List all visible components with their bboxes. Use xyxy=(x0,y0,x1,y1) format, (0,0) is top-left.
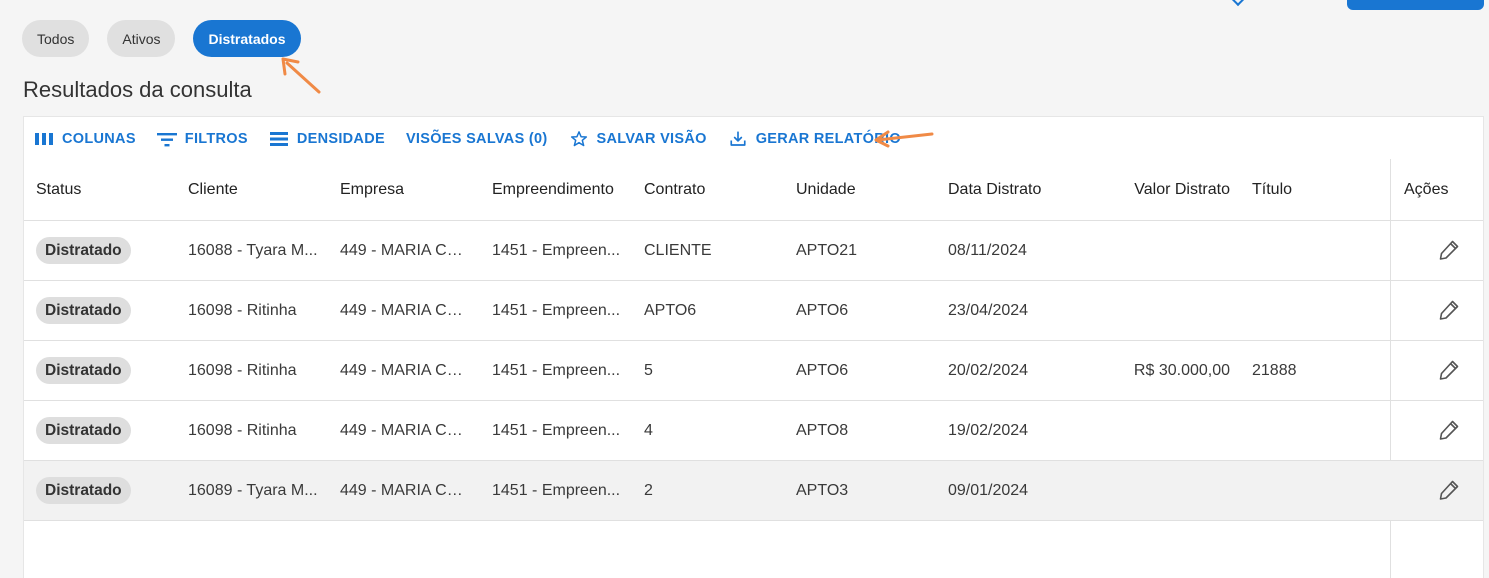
header-valor-distrato[interactable]: Valor Distrato xyxy=(1100,159,1230,221)
chip-todos[interactable]: Todos xyxy=(22,20,90,57)
header-cliente[interactable]: Cliente xyxy=(188,159,328,221)
cell-titulo: 21888 xyxy=(1252,362,1297,379)
columns-icon xyxy=(34,129,54,149)
cell-valor-distrato xyxy=(1100,281,1230,340)
cell-cliente: 16098 - Ritinha xyxy=(188,422,297,439)
header-unidade[interactable]: Unidade xyxy=(796,159,936,221)
cell-empresa: 449 - MARIA CO... xyxy=(340,422,470,439)
pencil-icon[interactable] xyxy=(1437,358,1461,382)
header-status[interactable]: Status xyxy=(36,159,176,221)
cell-data-distrato: 20/02/2024 xyxy=(948,362,1029,379)
status-badge: Distratado xyxy=(36,237,131,264)
table-row[interactable]: Distratado 16089 - Tyara M... 449 - MARI… xyxy=(24,461,1483,521)
cell-valor-distrato: R$ 30.000,00 xyxy=(1133,362,1230,379)
status-badge: Distratado xyxy=(36,357,131,384)
density-label: DENSIDADE xyxy=(296,131,385,147)
save-view-button[interactable]: SALVAR VISÃO xyxy=(569,129,707,149)
table-row[interactable]: Distratado 16098 - Ritinha 449 - MARIA C… xyxy=(24,281,1483,341)
filters-label: FILTROS xyxy=(184,131,248,147)
top-search-button[interactable] xyxy=(1347,0,1484,10)
header-data-distrato[interactable]: Data Distrato xyxy=(948,159,1098,221)
grid-toolbar: COLUNAS FILTROS DENSIDADE VISÕES SALVAS … xyxy=(34,127,922,151)
columns-button[interactable]: COLUNAS xyxy=(34,129,136,149)
table-row[interactable]: Distratado 16098 - Ritinha 449 - MARIA C… xyxy=(24,401,1483,461)
cell-contrato: APTO6 xyxy=(644,302,697,319)
cell-cliente: 16088 - Tyara M... xyxy=(188,242,318,259)
chip-distratados[interactable]: Distratados xyxy=(193,20,301,57)
star-icon xyxy=(569,129,589,149)
table-row[interactable]: Distratado 16088 - Tyara M... 449 - MARI… xyxy=(24,221,1483,281)
pencil-icon[interactable] xyxy=(1437,418,1461,442)
cell-empreendimento: 1451 - Empreen... xyxy=(492,302,621,319)
results-grid: COLUNAS FILTROS DENSIDADE VISÕES SALVAS … xyxy=(23,116,1484,578)
pencil-icon[interactable] xyxy=(1437,238,1461,262)
status-badge: Distratado xyxy=(36,477,131,504)
cell-titulo xyxy=(1252,401,1372,460)
density-button[interactable]: DENSIDADE xyxy=(269,129,385,149)
cell-cliente: 16098 - Ritinha xyxy=(188,302,297,319)
header-empreendimento[interactable]: Empreendimento xyxy=(492,159,632,221)
save-view-label: SALVAR VISÃO xyxy=(596,131,707,147)
cell-data-distrato: 23/04/2024 xyxy=(948,302,1029,319)
cell-empreendimento: 1451 - Empreen... xyxy=(492,482,621,499)
cell-empreendimento: 1451 - Empreen... xyxy=(492,242,621,259)
page-title: Resultados da consulta xyxy=(23,77,252,102)
header-empresa[interactable]: Empresa xyxy=(340,159,480,221)
cell-titulo xyxy=(1252,281,1372,340)
cell-data-distrato: 08/11/2024 xyxy=(948,242,1027,259)
cell-empresa: 449 - MARIA CO... xyxy=(340,482,470,499)
saved-views-button[interactable]: VISÕES SALVAS (0) xyxy=(406,131,548,147)
filters-button[interactable]: FILTROS xyxy=(156,129,248,149)
header-acoes: Ações xyxy=(1404,181,1449,198)
filter-icon xyxy=(156,129,177,149)
cell-contrato: 2 xyxy=(644,482,653,499)
cell-data-distrato: 09/01/2024 xyxy=(948,482,1029,499)
cell-cliente: 16098 - Ritinha xyxy=(188,362,297,379)
cell-empreendimento: 1451 - Empreen... xyxy=(492,362,621,379)
cell-empresa: 449 - MARIA CO... xyxy=(340,302,470,319)
pencil-icon[interactable] xyxy=(1437,478,1461,502)
cell-titulo xyxy=(1252,221,1372,280)
header-contrato[interactable]: Contrato xyxy=(644,159,784,221)
download-icon xyxy=(728,129,748,149)
cell-unidade: APTO6 xyxy=(796,362,849,379)
status-filter-chips: Todos Ativos Distratados xyxy=(22,20,301,57)
cell-empreendimento: 1451 - Empreen... xyxy=(492,422,621,439)
cell-contrato: 4 xyxy=(644,422,653,439)
status-badge: Distratado xyxy=(36,297,131,324)
cell-valor-distrato xyxy=(1100,401,1230,460)
cell-valor-distrato xyxy=(1100,461,1230,520)
cell-titulo xyxy=(1252,461,1372,520)
top-dropdown-chevron-icon[interactable] xyxy=(1230,0,1246,7)
saved-views-label: VISÕES SALVAS (0) xyxy=(405,131,548,147)
cell-unidade: APTO3 xyxy=(796,482,849,499)
cell-cliente: 16089 - Tyara M... xyxy=(188,482,318,499)
density-icon xyxy=(269,129,289,149)
annotation-arrow-report xyxy=(874,130,934,148)
annotation-arrow-chip xyxy=(281,57,321,94)
cell-empresa: 449 - MARIA CO... xyxy=(340,362,470,379)
table-row[interactable]: Distratado 16098 - Ritinha 449 - MARIA C… xyxy=(24,341,1483,401)
cell-contrato: 5 xyxy=(644,362,653,379)
cell-unidade: APTO21 xyxy=(796,242,858,259)
cell-unidade: APTO6 xyxy=(796,302,849,319)
cell-valor-distrato xyxy=(1100,221,1230,280)
table-header: Status Cliente Empresa Empreendimento Co… xyxy=(24,159,1483,221)
status-badge: Distratado xyxy=(36,417,131,444)
cell-data-distrato: 19/02/2024 xyxy=(948,422,1029,439)
columns-label: COLUNAS xyxy=(62,131,136,147)
cell-contrato: CLIENTE xyxy=(644,242,712,259)
header-titulo[interactable]: Título xyxy=(1252,159,1372,221)
cell-unidade: APTO8 xyxy=(796,422,849,439)
pencil-icon[interactable] xyxy=(1437,298,1461,322)
cell-empresa: 449 - MARIA CO... xyxy=(340,242,470,259)
chip-ativos[interactable]: Ativos xyxy=(107,20,176,57)
